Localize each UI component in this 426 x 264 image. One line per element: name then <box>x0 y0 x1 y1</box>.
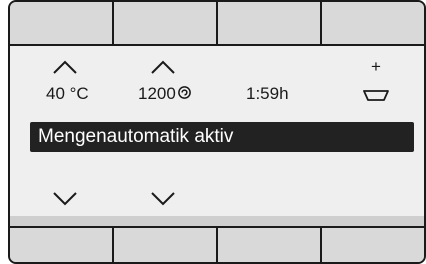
top-softkey-1[interactable] <box>10 2 114 44</box>
spin-speed-value: 1200 <box>138 84 176 103</box>
spin-down-chevron-icon[interactable] <box>148 188 178 210</box>
bottom-softkey-row <box>10 226 424 262</box>
display-bottom-strip <box>10 216 424 226</box>
temperature-down-chevron-icon[interactable] <box>50 188 80 210</box>
top-softkey-3[interactable] <box>218 2 322 44</box>
bottom-softkey-1[interactable] <box>10 228 114 262</box>
status-banner: Mengenautomatik aktiv <box>30 122 414 152</box>
status-banner-text: Mengenautomatik aktiv <box>38 126 234 147</box>
top-softkey-row <box>10 2 424 46</box>
bottom-softkey-2[interactable] <box>114 228 218 262</box>
display-screen: + 40 °C 1200 1:59h Mengenautomatik aktiv <box>10 46 424 216</box>
top-softkey-2[interactable] <box>114 2 218 44</box>
spin-up-chevron-icon[interactable] <box>148 56 178 78</box>
top-softkey-4[interactable] <box>322 2 424 44</box>
spin-speed-display: 1200 <box>138 84 192 104</box>
appliance-control-panel: + 40 °C 1200 1:59h Mengenautomatik aktiv <box>8 0 426 264</box>
bottom-softkey-4[interactable] <box>322 228 424 262</box>
bottom-softkey-3[interactable] <box>218 228 322 262</box>
detergent-cup-icon <box>363 90 389 101</box>
extra-plus-button[interactable]: + <box>371 58 381 76</box>
temperature-value: 40 °C <box>46 84 89 103</box>
duration-value: 1:59h <box>246 84 289 103</box>
temperature-up-chevron-icon[interactable] <box>50 56 80 78</box>
spin-spiral-icon <box>177 86 191 99</box>
